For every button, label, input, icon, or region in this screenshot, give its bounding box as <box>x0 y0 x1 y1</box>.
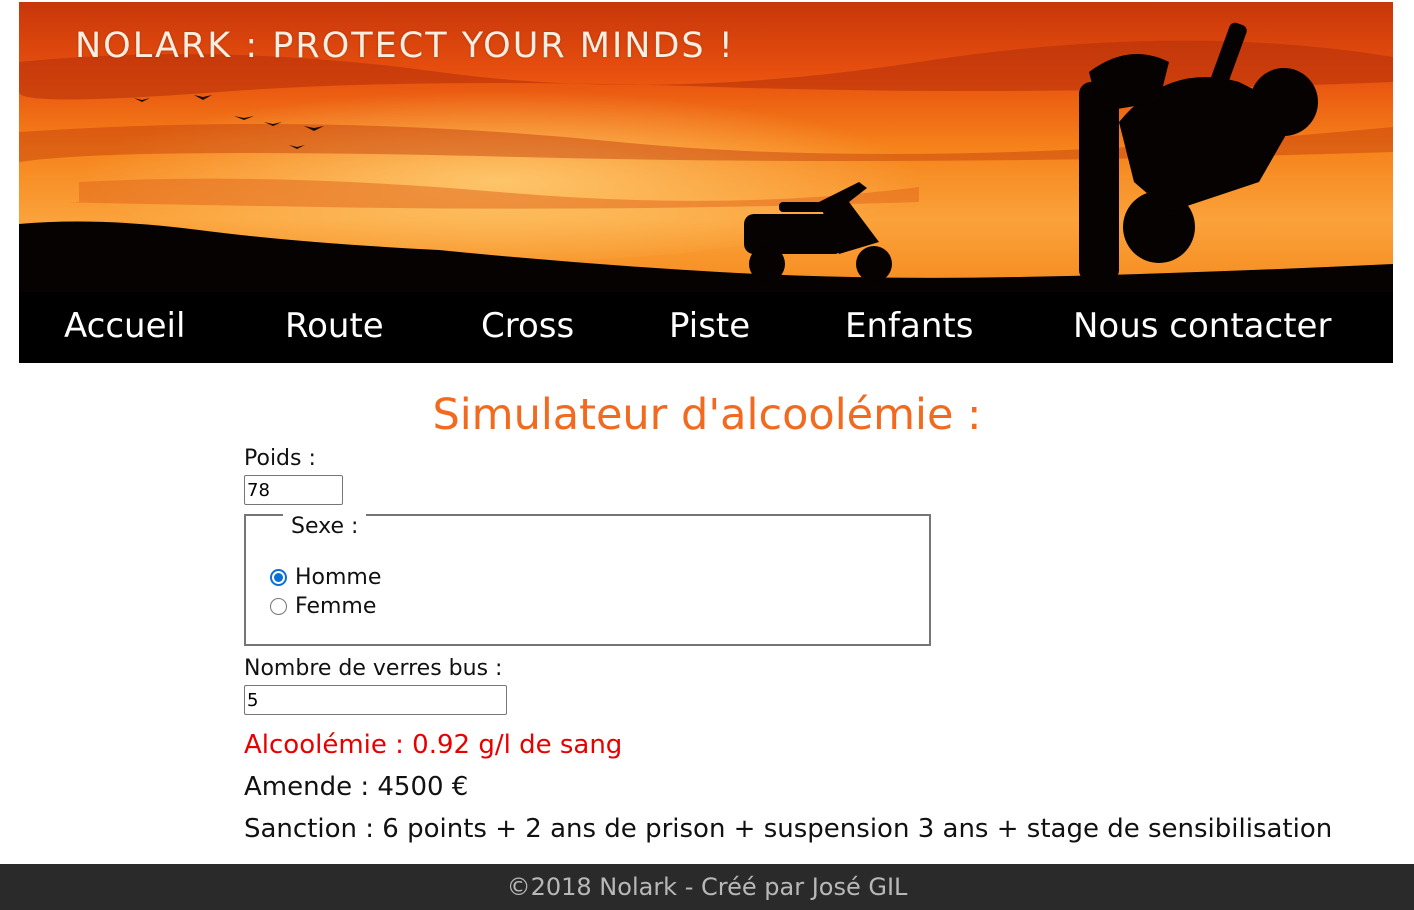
nav-item-route[interactable]: Route <box>285 306 384 346</box>
radio-femme-label: Femme <box>295 594 377 619</box>
nav-item-nous-contacter[interactable]: Nous contacter <box>1073 306 1331 346</box>
nav-item-piste[interactable]: Piste <box>669 306 750 346</box>
site-title: NOLARK : PROTECT YOUR MINDS ! <box>75 26 735 66</box>
nav-item-accueil[interactable]: Accueil <box>64 306 185 346</box>
footer-text: ©2018 Nolark - Créé par José GIL <box>506 873 908 901</box>
amende-result: Amende : 4500 € <box>244 772 469 802</box>
sanction-result: Sanction : 6 points + 2 ans de prison + … <box>244 814 1333 844</box>
sexe-legend: Sexe : <box>283 514 367 539</box>
verres-label: Nombre de verres bus : <box>244 656 503 681</box>
header-banner: NOLARK : PROTECT YOUR MINDS ! Accueil Ro… <box>19 2 1393 363</box>
main-nav: Accueil Route Cross Piste Enfants Nous c… <box>19 292 1393 363</box>
radio-homme[interactable]: Homme <box>270 565 381 590</box>
poids-input[interactable] <box>244 475 343 505</box>
page-title: Simulateur d'alcoolémie : <box>432 390 982 440</box>
radio-homme-button[interactable] <box>270 569 287 586</box>
alcoolemie-result: Alcoolémie : 0.92 g/l de sang <box>244 730 623 760</box>
nav-item-enfants[interactable]: Enfants <box>845 306 973 346</box>
nav-item-cross[interactable]: Cross <box>481 306 574 346</box>
poids-label: Poids : <box>244 446 316 471</box>
radio-femme-button[interactable] <box>270 598 287 615</box>
footer: ©2018 Nolark - Créé par José GIL <box>0 864 1414 910</box>
radio-femme[interactable]: Femme <box>270 594 376 619</box>
radio-homme-label: Homme <box>295 565 382 590</box>
verres-input[interactable] <box>244 685 507 715</box>
